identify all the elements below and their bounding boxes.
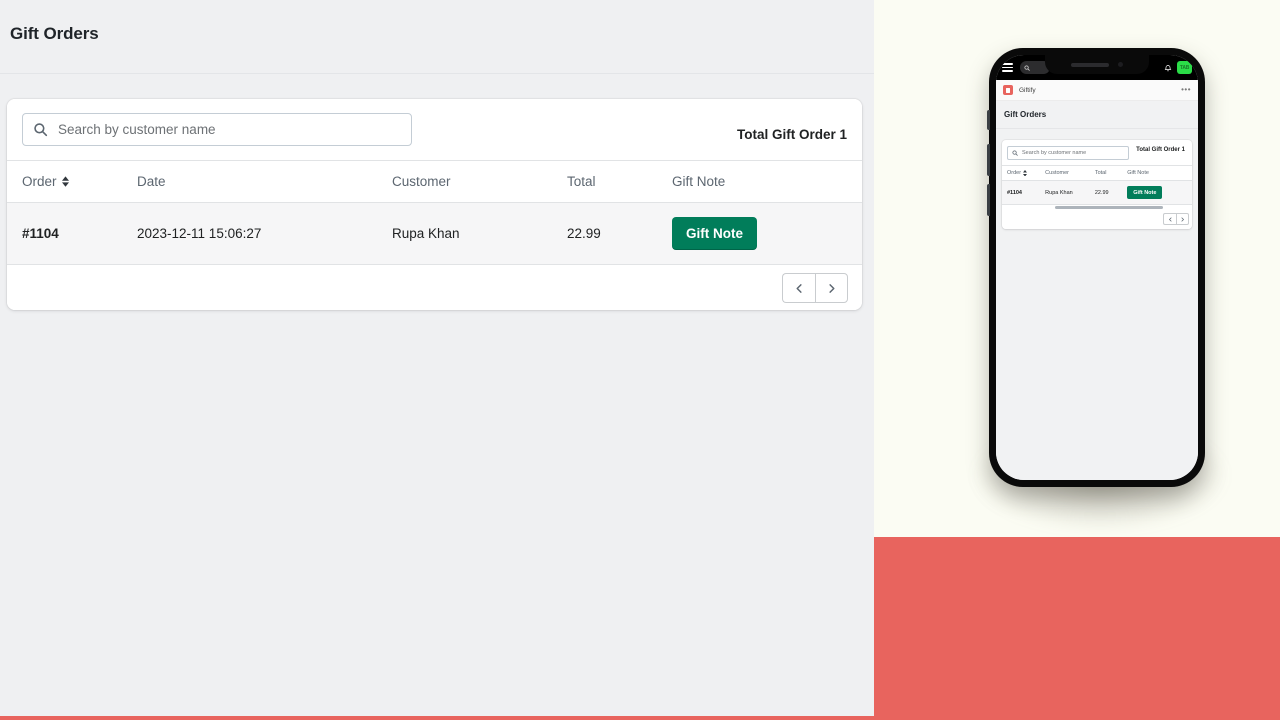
screenshot-root: Gift Orders Total Gift Order 1 bbox=[0, 0, 1280, 720]
phone-card-footer bbox=[1002, 210, 1192, 229]
phone-volume-down-button bbox=[987, 184, 990, 216]
search-icon bbox=[34, 123, 48, 137]
chevron-right-icon bbox=[1181, 216, 1184, 222]
card-footer bbox=[7, 265, 862, 310]
chevron-left-icon bbox=[1168, 216, 1171, 222]
phone-pagination-next-button[interactable] bbox=[1176, 213, 1189, 225]
right-red-block bbox=[874, 537, 1280, 720]
phone-table-header-row: Order Customer Total Gift Note bbox=[1002, 165, 1192, 181]
chevron-left-icon bbox=[795, 283, 802, 293]
chevron-right-icon bbox=[829, 283, 835, 293]
search-icon bbox=[1024, 64, 1030, 71]
sort-arrows-icon[interactable] bbox=[61, 176, 69, 188]
phone-column-header-customer: Customer bbox=[1045, 165, 1095, 181]
search-field[interactable] bbox=[22, 113, 412, 146]
phone-page-title: Gift Orders bbox=[996, 101, 1198, 129]
gift-note-button[interactable]: Gift Note bbox=[672, 217, 757, 250]
column-header-total: Total bbox=[567, 160, 672, 203]
phone-silent-switch bbox=[987, 110, 990, 130]
bell-icon[interactable] bbox=[1164, 64, 1172, 72]
phone-pagination bbox=[1163, 213, 1189, 225]
phone-gift-orders-card: Search by customer name Total Gift Order… bbox=[1002, 140, 1192, 229]
phone-search-field[interactable]: Search by customer name bbox=[1007, 146, 1129, 160]
cell-total: 22.99 bbox=[567, 202, 672, 265]
column-header-order[interactable]: Order bbox=[7, 160, 137, 203]
phone-column-header-gift-note: Gift Note bbox=[1127, 165, 1192, 181]
phone-camera bbox=[1118, 62, 1123, 67]
hamburger-menu-icon[interactable] bbox=[1002, 63, 1013, 72]
pagination-prev-button[interactable] bbox=[782, 273, 815, 303]
phone-column-header-order-label: Order bbox=[1007, 170, 1022, 176]
search-icon bbox=[1012, 150, 1018, 156]
phone-card-toolbar: Search by customer name Total Gift Order… bbox=[1002, 140, 1192, 165]
pagination bbox=[782, 273, 848, 303]
phone-search-placeholder: Search by customer name bbox=[1022, 150, 1087, 156]
phone-table-row[interactable]: #1104 Rupa Khan 22.99 Gift Note bbox=[1002, 180, 1192, 205]
cell-gift-note: Gift Note bbox=[672, 202, 862, 265]
phone-speaker bbox=[1071, 62, 1109, 67]
phone-cell-gift-note: Gift Note bbox=[1127, 180, 1192, 205]
gift-orders-table: Order Date Customer Total Gift Note #110… bbox=[7, 160, 862, 265]
phone-column-header-total: Total bbox=[1094, 165, 1128, 181]
column-header-gift-note: Gift Note bbox=[672, 160, 862, 203]
phone-statusbar-right: TAB bbox=[1164, 61, 1192, 74]
phone-pagination-prev-button[interactable] bbox=[1163, 213, 1176, 225]
phone-screen: TAB Giftify ••• Gift Orders Search by cu… bbox=[996, 55, 1198, 480]
total-gift-order-label: Total Gift Order 1 bbox=[736, 127, 847, 142]
column-header-date: Date bbox=[137, 160, 392, 203]
column-header-customer: Customer bbox=[392, 160, 567, 203]
phone-volume-up-button bbox=[987, 144, 990, 176]
card-toolbar: Total Gift Order 1 bbox=[7, 99, 862, 160]
phone-scrollbar-thumb[interactable] bbox=[1055, 206, 1163, 209]
phone-cell-order: #1104 bbox=[1002, 180, 1046, 205]
phone-table-head: Order Customer Total Gift Note bbox=[1002, 165, 1192, 181]
giftify-logo-icon bbox=[1003, 85, 1013, 95]
phone-app-body: Gift Orders Search by customer name Tota… bbox=[996, 101, 1198, 480]
sort-arrows-icon[interactable] bbox=[1023, 170, 1028, 176]
phone-table-body: #1104 Rupa Khan 22.99 Gift Note bbox=[1002, 180, 1192, 205]
page-header: Gift Orders bbox=[0, 0, 874, 74]
pagination-next-button[interactable] bbox=[815, 273, 848, 303]
cell-date: 2023-12-11 15:06:27 bbox=[137, 202, 392, 265]
phone-mockup: TAB Giftify ••• Gift Orders Search by cu… bbox=[987, 48, 1205, 487]
table-body: #1104 2023-12-11 15:06:27 Rupa Khan 22.9… bbox=[7, 202, 862, 265]
desktop-app-panel: Gift Orders Total Gift Order 1 bbox=[0, 0, 874, 716]
column-header-order-label: Order bbox=[22, 174, 57, 189]
phone-gift-orders-table: Order Customer Total Gift Note #1104 Rup… bbox=[1002, 165, 1192, 205]
table-header-row: Order Date Customer Total Gift Note bbox=[7, 160, 862, 203]
phone-cell-customer: Rupa Khan bbox=[1045, 180, 1095, 205]
phone-app-bar: Giftify ••• bbox=[996, 80, 1198, 101]
more-horizontal-icon[interactable]: ••• bbox=[1181, 86, 1191, 94]
tab-count-badge[interactable]: TAB bbox=[1177, 61, 1192, 74]
cell-customer: Rupa Khan bbox=[392, 202, 567, 265]
app-name-label: Giftify bbox=[1019, 86, 1036, 94]
phone-notch bbox=[1045, 55, 1149, 74]
phone-total-gift-order-label: Total Gift Order 1 bbox=[1136, 147, 1185, 153]
search-input[interactable] bbox=[58, 122, 388, 137]
cell-order: #1104 bbox=[7, 202, 137, 265]
phone-column-header-order[interactable]: Order bbox=[1002, 165, 1046, 181]
table-row[interactable]: #1104 2023-12-11 15:06:27 Rupa Khan 22.9… bbox=[7, 202, 862, 265]
phone-cell-total: 22.99 bbox=[1094, 180, 1128, 205]
gift-orders-card: Total Gift Order 1 Order bbox=[7, 99, 862, 310]
page-title: Gift Orders bbox=[10, 24, 99, 43]
table-head: Order Date Customer Total Gift Note bbox=[7, 160, 862, 203]
phone-gift-note-button[interactable]: Gift Note bbox=[1127, 186, 1163, 199]
bottom-accent-stripe bbox=[0, 716, 874, 720]
